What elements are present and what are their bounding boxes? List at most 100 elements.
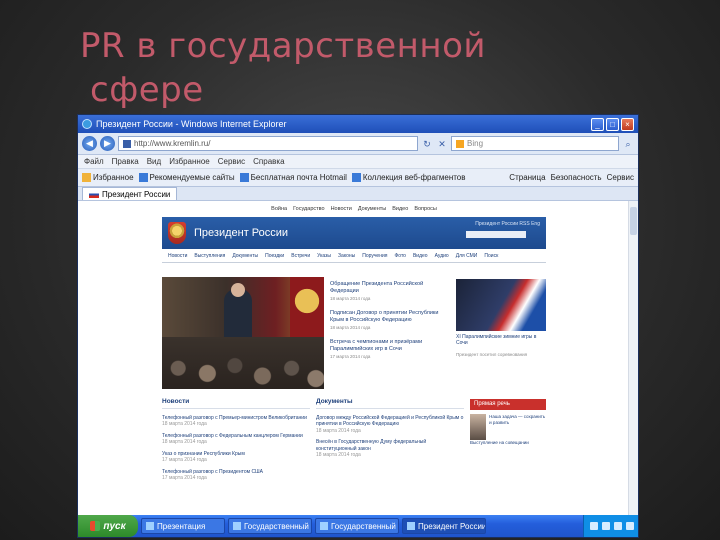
emblem-backdrop [290,277,324,337]
windows-logo-icon [90,521,101,531]
hero-news-item[interactable]: Подписан Договор о принятии Республики К… [330,310,448,331]
site-nav: Новости Выступления Документы Поездки Вс… [162,249,546,263]
document-item[interactable]: Внесён в Государственную Думу федеральны… [316,439,464,459]
hero-side-caption[interactable]: XI Паралимпийские зимние игры в Сочи [456,334,544,346]
favorites-button[interactable]: Избранное [82,173,134,182]
hero-news-date: 18 марта 2014 года [330,296,371,301]
menu-view[interactable]: Вид [147,157,161,166]
menu-edit[interactable]: Правка [112,157,139,166]
nav-item[interactable]: Видео [413,253,428,259]
page-menu[interactable]: Страница [509,173,545,182]
tray-icon[interactable] [590,522,598,530]
header-link[interactable]: Президент России [475,221,518,227]
nav-item[interactable]: Законы [338,253,355,259]
documents-heading[interactable]: Документы [316,398,464,409]
ie-icon [82,119,92,129]
topnav-link[interactable]: Видео [392,206,408,212]
fav-link-hotmail[interactable]: Бесплатная почта Hotmail [239,173,347,182]
nav-item[interactable]: Указы [317,253,331,259]
hero-news-list: Обращение Президента Российской Федераци… [324,277,454,389]
topnav-link[interactable]: Государство [293,206,325,212]
kremlin-site: Война Государство Новости Документы Виде… [162,201,546,487]
nav-item[interactable]: Поручения [362,253,387,259]
header-link[interactable]: RSS [519,221,529,227]
nav-item[interactable]: Встречи [291,253,310,259]
news-date: 17 марта 2014 года [162,475,207,481]
tab-president[interactable]: Президент России [82,187,178,200]
search-icon[interactable]: ⌕ [622,138,634,150]
news-item[interactable]: Телефонный разговор с Федеральным канцле… [162,433,310,446]
header-link[interactable]: Eng [531,221,540,227]
news-item[interactable]: Телефонный разговор с Премьер-министром … [162,415,310,428]
hero-news-item[interactable]: Встреча с чемпионами и призёрами Паралим… [330,339,448,360]
topnav-link[interactable]: Война [271,206,287,212]
hero-news-item[interactable]: Обращение Президента Российской Федераци… [330,281,448,302]
topnav-link[interactable]: Вопросы [414,206,437,212]
nav-item[interactable]: Для СМИ [456,253,478,259]
nav-item[interactable]: Выступления [194,253,225,259]
tray-icon[interactable] [614,522,622,530]
header-links: Президент России RSS Eng [475,220,540,228]
window-title: Президент России - Windows Internet Expl… [96,119,287,129]
paralympics-image[interactable] [456,279,546,331]
scrollbar-thumb[interactable] [630,207,637,235]
search-input[interactable]: Bing [451,136,619,151]
favorites-bar: Избранное Рекомендуемые сайты Бесплатная… [78,169,638,187]
fav-link-web-slices[interactable]: Коллекция веб-фрагментов [351,173,466,182]
hero-news-title: Подписан Договор о принятии Республики К… [330,310,439,323]
minimize-button[interactable]: _ [591,117,604,131]
menu-bar: Файл Правка Вид Избранное Сервис Справка [78,155,638,169]
taskbar-item[interactable]: Презентация [141,518,225,534]
tools-menu[interactable]: Сервис [607,173,634,182]
fav-link-suggested[interactable]: Рекомендуемые сайты [138,173,235,182]
stop-icon[interactable]: ✕ [436,138,448,150]
menu-favorites[interactable]: Избранное [169,157,210,166]
menu-tools[interactable]: Сервис [218,157,245,166]
nav-item[interactable]: Новости [168,253,187,259]
site-search-input[interactable] [466,231,526,238]
topnav-link[interactable]: Документы [358,206,386,212]
nav-item[interactable]: Фото [394,253,406,259]
refresh-icon[interactable]: ↻ [421,138,433,150]
web-page: Война Государство Новости Документы Виде… [78,201,630,517]
folder-icon [233,522,241,530]
close-button[interactable]: × [621,117,634,131]
news-date: 17 марта 2014 года [162,457,207,463]
news-item[interactable]: Телефонный разговор с Президентом США 17… [162,469,310,482]
speech-body[interactable]: Наша задача — сохранить и развить [470,413,546,440]
browser-screenshot: Президент России - Windows Internet Expl… [77,114,639,538]
taskbar-item[interactable]: Государственный [315,518,399,534]
document-item[interactable]: Договор между Российской Федерацией и Ре… [316,415,464,435]
nav-item[interactable]: Аудио [435,253,449,259]
tray-icon[interactable] [626,522,634,530]
folder-icon [320,522,328,530]
maximize-button[interactable]: □ [606,117,619,131]
tab-bar: Президент России [78,187,638,201]
search-placeholder: Bing [467,139,484,148]
forward-button[interactable]: ▶ [100,136,115,151]
start-button[interactable]: пуск [78,515,138,537]
nav-item[interactable]: Поездки [265,253,284,259]
menu-file[interactable]: Файл [84,157,104,166]
vertical-scrollbar[interactable] [628,201,638,517]
nav-item[interactable]: Документы [232,253,258,259]
site-name[interactable]: Президент России [194,227,288,239]
tray-icon[interactable] [602,522,610,530]
topnav-link[interactable]: Новости [331,206,352,212]
news-date: 18 марта 2014 года [162,421,207,427]
nav-item[interactable]: Поиск [484,253,498,259]
speech-heading[interactable]: Прямая речь [470,399,546,410]
news-heading[interactable]: Новости [162,398,310,409]
back-button[interactable]: ◀ [82,136,97,151]
news-date: 18 марта 2014 года [162,439,207,445]
hero-photo[interactable] [162,277,324,389]
fav-link-label: Коллекция веб-фрагментов [362,173,466,182]
ie-page-icon [239,173,249,182]
menu-help[interactable]: Справка [253,157,284,166]
safety-menu[interactable]: Безопасность [551,173,602,182]
speaker-head [231,283,245,297]
taskbar-item-active[interactable]: Президент России [402,518,486,534]
url-input[interactable]: http://www.kremlin.ru/ [118,136,418,151]
news-item[interactable]: Указ о признании Республики Крым 17 март… [162,451,310,464]
taskbar-item[interactable]: Государственный [228,518,312,534]
